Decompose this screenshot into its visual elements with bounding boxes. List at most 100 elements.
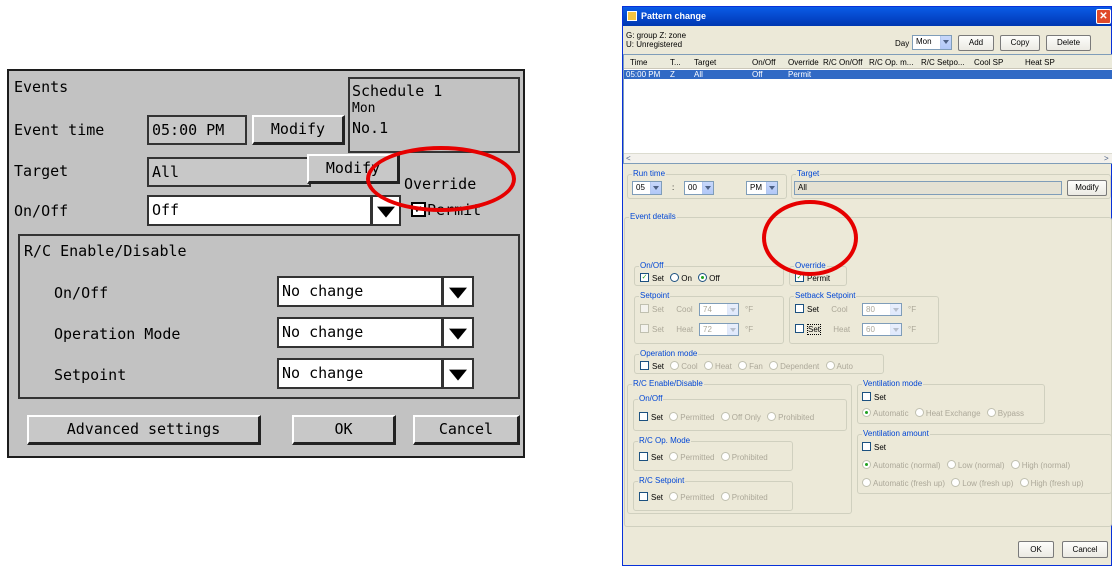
vent-mode-set-checkbox[interactable] [862, 392, 871, 402]
opmode-label: Operation mode [639, 349, 699, 358]
rc-onoff-prohibited-radio[interactable] [767, 412, 777, 422]
rc-setpoint-dropdown-button[interactable] [442, 358, 474, 389]
col-header-onoff[interactable]: On/Off [752, 58, 775, 67]
cancel-button[interactable]: Cancel [413, 415, 520, 445]
rc-opmode-permitted-radio[interactable] [669, 452, 679, 462]
horizontal-scrollbar[interactable]: < > [624, 153, 1112, 163]
col-header-heat-sp[interactable]: Heat SP [1025, 58, 1055, 67]
cool-label: Cool [676, 305, 693, 314]
heat-label: Heat [676, 325, 694, 334]
opmode-auto-radio[interactable] [825, 361, 835, 371]
chevron-down-icon [727, 324, 738, 335]
onoff-select[interactable]: Off [147, 195, 372, 226]
rc-opmode-select[interactable]: No change [277, 317, 443, 348]
schedule-number: No.1 [352, 119, 389, 137]
setback-label: Setback Setpoint [794, 291, 857, 300]
setback-group: Setback Setpoint Set Cool 80 °F Set Heat… [789, 291, 939, 344]
scroll-right-icon[interactable]: > [1104, 154, 1109, 163]
vent-auto-normal-radio[interactable] [862, 460, 871, 470]
opmode-auto-label: Auto [836, 362, 853, 371]
rc-setpoint-select[interactable]: No change [277, 358, 443, 389]
rc-onoff-select[interactable]: No change [277, 276, 443, 307]
table-row[interactable]: 05:00 PM Z All Off Permit [624, 70, 1112, 79]
rc-opmode-prohibited-radio[interactable] [720, 452, 730, 462]
opmode-cool-radio[interactable] [670, 361, 680, 371]
opmode-heat-radio[interactable] [703, 361, 713, 371]
col-header-rc-opmode[interactable]: R/C Op. m... [869, 58, 913, 67]
copy-button[interactable]: Copy [1000, 35, 1040, 51]
event-details-group: Event details On/Off ✓ Set On Off Overrid… [624, 212, 1112, 527]
onoff-group: On/Off ✓ Set On Off [634, 261, 784, 286]
setback-cool-set-checkbox[interactable] [795, 304, 804, 314]
rc-setpoint-prohibited-radio[interactable] [720, 492, 730, 502]
col-header-type[interactable]: T... [670, 58, 681, 67]
off-radio[interactable] [698, 273, 708, 283]
ok-button[interactable]: OK [292, 415, 396, 445]
add-button[interactable]: Add [958, 35, 994, 51]
rc-onoff-permitted-label: Permitted [680, 413, 715, 422]
col-header-override[interactable]: Override [788, 58, 819, 67]
highlight-circle-right [762, 200, 858, 276]
scroll-left-icon[interactable]: < [626, 154, 631, 163]
opmode-set-checkbox[interactable] [640, 361, 649, 371]
rc-opmode-set-checkbox[interactable] [639, 452, 648, 462]
delete-button[interactable]: Delete [1046, 35, 1091, 51]
modify-target-button[interactable]: Modify [1067, 180, 1107, 196]
modify-time-button[interactable]: Modify [252, 115, 345, 145]
vent-auto-freshup-radio[interactable] [862, 478, 871, 488]
heat-set-checkbox[interactable] [640, 324, 649, 334]
rc-onoff-permitted-radio[interactable] [669, 412, 679, 422]
ok-button[interactable]: OK [1018, 541, 1054, 558]
col-header-time[interactable]: Time [630, 58, 647, 67]
chevron-down-icon [727, 304, 738, 315]
rc-onoff-set-checkbox[interactable] [639, 412, 648, 422]
setback-cool-value: 80 [866, 305, 875, 314]
cancel-button[interactable]: Cancel [1062, 541, 1108, 558]
ampm-select[interactable]: PM [746, 181, 778, 195]
vent-amount-label: Ventilation amount [862, 429, 930, 438]
rc-setpoint-prohibited-label: Prohibited [731, 493, 768, 502]
setback-heat-unit: °F [908, 325, 917, 334]
vent-amount-group: Ventilation amount Set Automatic (normal… [857, 429, 1112, 494]
vent-low-normal-radio[interactable] [946, 460, 956, 470]
rc-setpoint-permitted-radio[interactable] [669, 492, 679, 502]
setback-heat-set-checkbox[interactable] [795, 324, 804, 334]
vent-high-freshup-radio[interactable] [1019, 478, 1029, 488]
target-label: Target [14, 162, 69, 180]
rc-onoff-dropdown-button[interactable] [442, 276, 474, 307]
col-header-target[interactable]: Target [694, 58, 716, 67]
col-header-cool-sp[interactable]: Cool SP [974, 58, 1003, 67]
cool-set-checkbox[interactable] [640, 304, 649, 314]
col-header-rc-onoff[interactable]: R/C On/Off [823, 58, 862, 67]
hour-select[interactable]: 05 [632, 181, 662, 195]
rc-setpoint-set-checkbox[interactable] [639, 492, 648, 502]
vent-bypass-radio[interactable] [986, 408, 996, 418]
vent-automatic-radio[interactable] [862, 408, 871, 418]
vent-heat-exchange-radio[interactable] [914, 408, 924, 418]
rc-opmode-dropdown-button[interactable] [442, 317, 474, 348]
vent-low-freshup-radio[interactable] [951, 478, 961, 488]
col-header-rc-setpoint[interactable]: R/C Setpo... [921, 58, 965, 67]
time-colon: : [672, 183, 675, 192]
on-radio[interactable] [670, 273, 680, 283]
heat-unit: °F [745, 325, 754, 334]
opmode-dependent-radio[interactable] [769, 361, 779, 371]
vent-mode-group: Ventilation mode Set Automatic Heat Exch… [857, 379, 1045, 424]
close-icon[interactable]: ✕ [1096, 9, 1111, 24]
title-bar: Pattern change ✕ [623, 7, 1111, 26]
vent-high-normal-radio[interactable] [1010, 460, 1020, 470]
opmode-fan-radio[interactable] [738, 361, 748, 371]
day-select[interactable]: Mon [912, 35, 952, 50]
rc-opmode-label: Operation Mode [54, 325, 181, 343]
rc-onoff-group: On/Off Set Permitted Off Only Prohibited [633, 394, 847, 431]
rc-setpoint-set-label: Set [651, 493, 664, 502]
cool-set-label: Set [652, 305, 665, 314]
rc-opmode-prohibited-label: Prohibited [731, 453, 768, 462]
vent-amount-set-checkbox[interactable] [862, 442, 871, 452]
rc-onoff-offonly-radio[interactable] [720, 412, 730, 422]
onoff-set-checkbox[interactable]: ✓ [640, 273, 649, 283]
schedule-day: Mon [352, 101, 376, 116]
minute-select[interactable]: 00 [684, 181, 714, 195]
advanced-settings-button[interactable]: Advanced settings [27, 415, 261, 445]
event-time-label: Event time [14, 121, 105, 139]
